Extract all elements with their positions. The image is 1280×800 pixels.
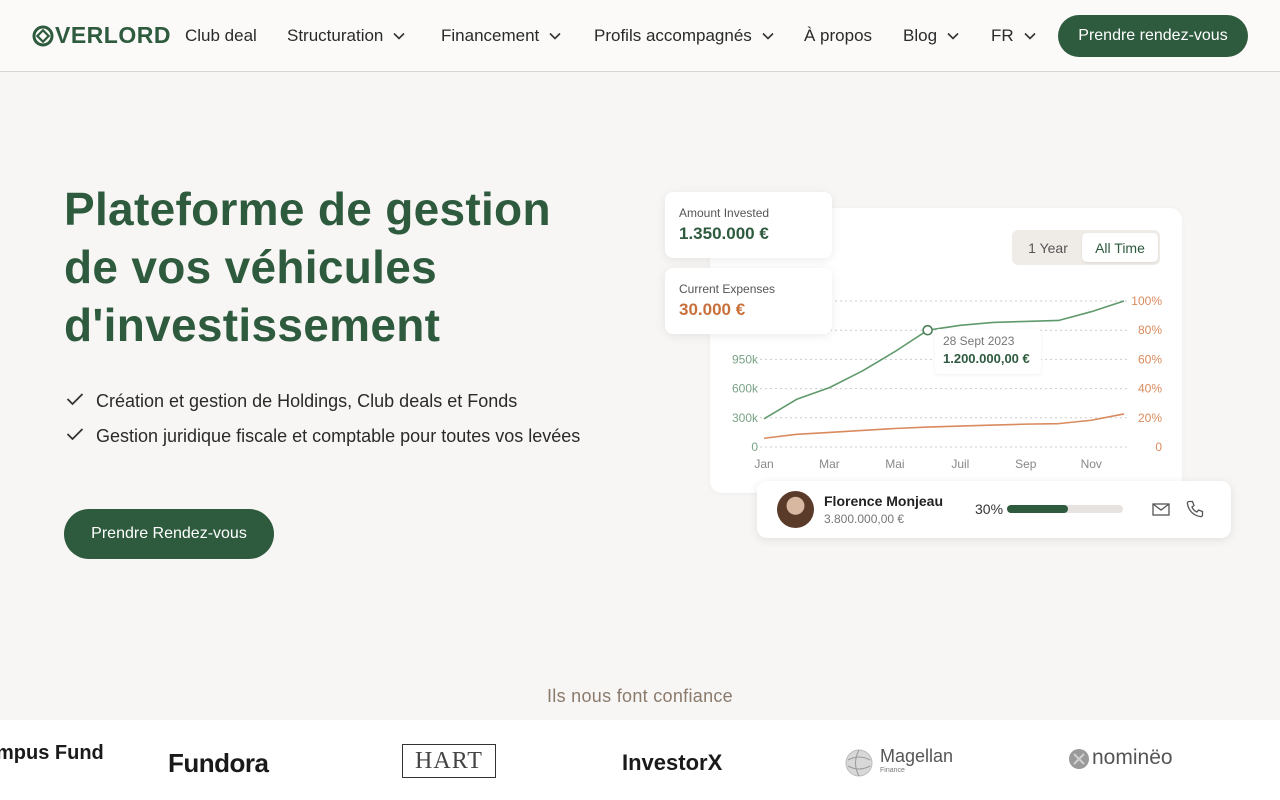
nav-label: Financement [441,26,540,45]
brand-investorx-logo: InvestorX [622,750,723,775]
nav-label: Profils accompagnés [594,26,752,45]
y-right-tick-label: 40% [1138,382,1162,396]
stat-value: 30.000 € [679,300,746,319]
y-right-tick-label: 100% [1131,294,1162,308]
brand-hart-logo: HART [402,744,496,778]
nav-club-deal[interactable]: Club deal [185,26,257,46]
investor-name: Florence Monjeau [824,493,944,509]
brand-subname: Finance [880,767,905,774]
brand-fundora-logo: Fundora [168,748,269,778]
nav-a-propos[interactable]: À propos [804,26,872,46]
feature-text: Création et gestion de Holdings, Club de… [96,391,518,411]
investor-percent: 30% [975,501,1004,517]
nav-label: Blog [903,26,938,45]
feature-text: Gestion juridique fiscale et comptable p… [96,426,581,446]
stat-label: Amount Invested [679,206,770,220]
stat-label: Current Expenses [679,282,776,296]
chevron-down-icon [762,32,774,40]
mail-icon[interactable] [1151,499,1171,519]
x-tick-label: Nov [1081,457,1102,471]
period-toggle: 1 Year All Time [1012,230,1160,265]
y-left-tick-label: 300k [732,411,759,425]
stat-amount-invested: Amount Invested 1.350.000 € [665,192,832,258]
nav-label: À propos [804,26,873,45]
avatar [777,491,814,528]
nav-profils[interactable]: Profils accompagnés [594,26,774,46]
chevron-down-icon [1024,32,1036,40]
investor-amount: 3.800.000,00 € [824,512,905,526]
stat-value: 1.350.000 € [679,224,769,243]
investor-progress-bar [1007,505,1123,513]
tooltip-date: 28 Sept 2023 [943,334,1015,348]
partner-logos-strip: mpus Fund Fundora HART InvestorX Magella… [0,720,1280,800]
nomineo-mark-icon [1069,749,1089,769]
progress-fill [1007,505,1069,513]
toggle-all-time[interactable]: All Time [1082,233,1158,262]
y-right-tick-label: 80% [1138,323,1162,337]
phone-icon[interactable] [1185,499,1205,519]
feature-item: Gestion juridique fiscale et comptable p… [66,423,586,450]
chevron-down-icon [947,32,959,40]
logo-mark-icon [32,25,54,46]
brand-campus-fund-logo: mpus Fund [0,742,104,764]
stat-current-expenses: Current Expenses 30.000 € [665,268,832,334]
check-icon [66,393,84,406]
chevron-down-icon [393,32,405,40]
hero-title-line: d'investissement [64,299,441,351]
logo-text: VERLORD [55,22,171,48]
check-icon [66,428,84,441]
y-right-tick-label: 0 [1155,440,1162,454]
x-tick-label: Juil [951,457,969,471]
y-left-tick-label: 0 [751,440,758,454]
investor-card: Florence Monjeau 3.800.000,00 € 30% [757,481,1231,538]
x-tick-label: Mai [885,457,904,471]
toggle-1-year[interactable]: 1 Year [1015,233,1081,262]
chart-tooltip: 28 Sept 2023 1.200.000,00 € [935,329,1041,374]
overlord-logo[interactable]: VERLORD [32,22,171,49]
brand-name: Magellan [880,746,954,766]
trust-heading: Ils nous font confiance [546,686,733,706]
top-navbar: VERLORD Club deal Structuration Financem… [0,0,1280,72]
y-right-tick-label: 60% [1138,352,1162,366]
hero-title-line: Plateforme de gestion [64,183,551,235]
nav-structuration[interactable]: Structuration [287,26,405,46]
x-tick-label: Sep [1015,457,1037,471]
x-tick-label: Mar [819,457,840,471]
nav-blog[interactable]: Blog [903,26,959,46]
y-right-tick-label: 20% [1138,411,1162,425]
nav-label: Structuration [287,26,384,45]
brand-name: mpus Fund [0,742,104,764]
y-left-tick-label: 600k [732,382,759,396]
hero-title-line: de vos véhicules [64,241,437,293]
highlight-point [922,324,933,336]
tooltip-value: 1.200.000,00 € [943,351,1030,366]
x-tick-label: Jan [754,457,773,471]
nav-financement[interactable]: Financement [441,26,561,46]
brand-name: nominëo [1092,746,1173,769]
hero-book-appointment-button[interactable]: Prendre Rendez-vous [64,509,274,559]
nav-language[interactable]: FR [991,26,1036,46]
nav-label: FR [991,26,1014,45]
chevron-down-icon [549,32,561,40]
hero-title: Plateforme de gestion de vos véhicules d… [64,180,624,354]
globe-icon [845,749,873,777]
y-left-tick-label: 950k [732,352,759,366]
feature-item: Création et gestion de Holdings, Club de… [66,388,586,415]
nav-book-appointment-button[interactable]: Prendre rendez-vous [1058,15,1248,57]
nav-label: Club deal [185,26,257,45]
